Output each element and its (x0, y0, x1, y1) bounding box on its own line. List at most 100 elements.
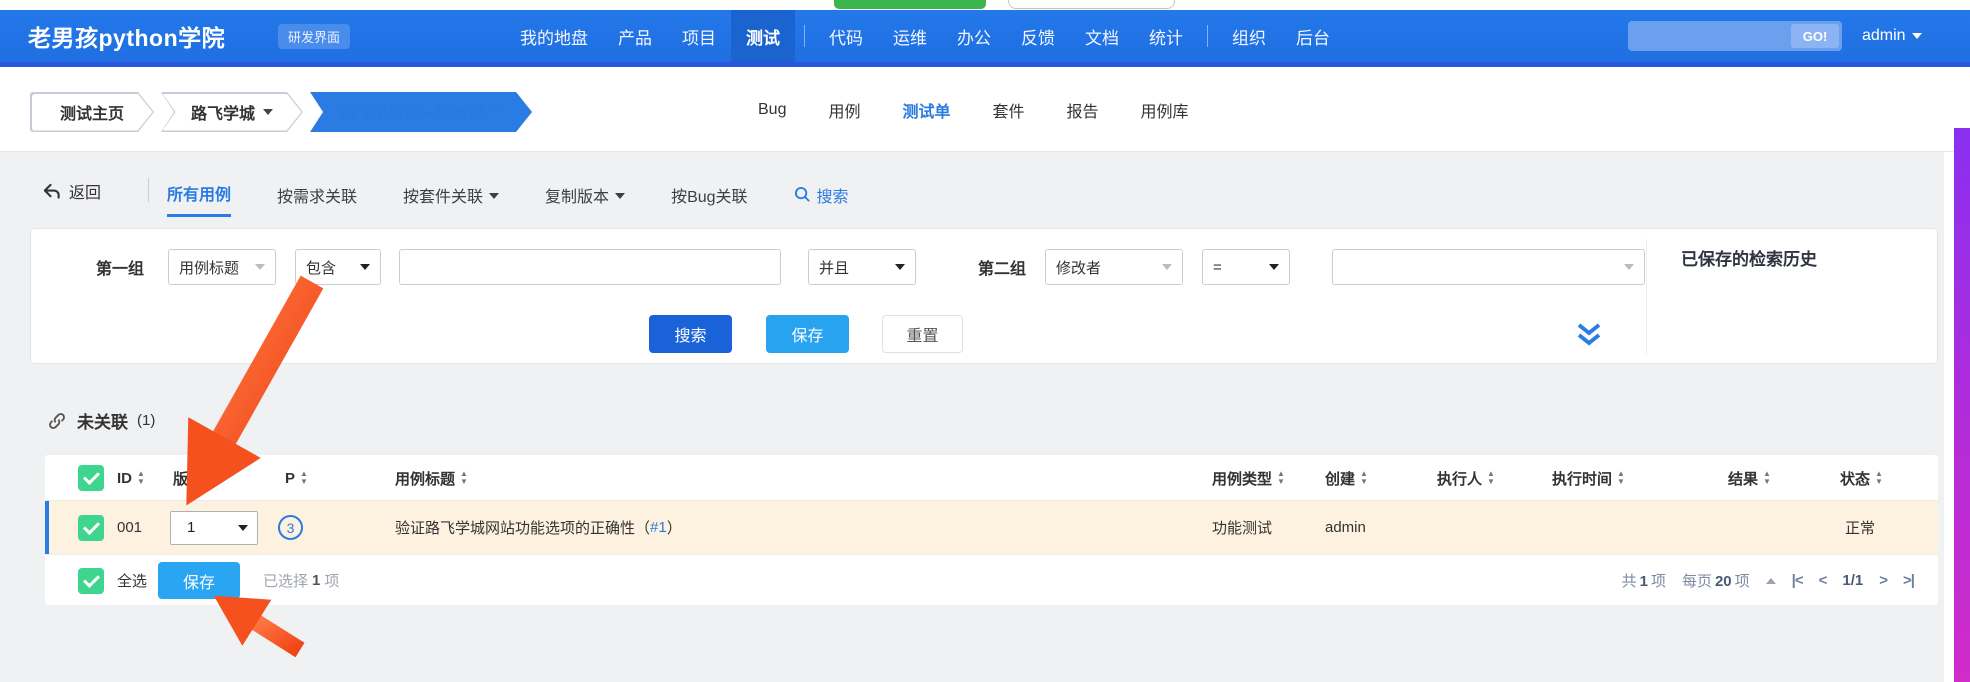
toolbar-link-by-story[interactable]: 按需求关联 (277, 181, 357, 217)
sort-icon[interactable] (137, 470, 145, 486)
header-creator[interactable]: 创建 (1325, 455, 1368, 501)
toolbar-link-by-suite[interactable]: 按套件关联 (403, 181, 499, 217)
tab-case[interactable]: 用例 (828, 98, 860, 122)
search-save-button[interactable]: 保存 (766, 315, 849, 353)
nav-item-doc[interactable]: 文档 (1070, 10, 1134, 62)
version-select[interactable]: 1 (170, 511, 258, 545)
search-panel: 第一组 用例标题 包含 并且 第二组 修改者 = 搜索 保存 重置 已保存的检索… (30, 228, 1938, 364)
row-checkbox[interactable] (78, 515, 104, 541)
chevron-down-icon (1912, 33, 1922, 39)
group2-label: 第二组 (978, 255, 1026, 279)
sort-icon[interactable] (1277, 470, 1285, 486)
case-link[interactable]: #1 (650, 519, 667, 536)
nav-item-ops[interactable]: 运维 (878, 10, 942, 62)
saved-search-history-title: 已保存的检索历史 (1681, 245, 1817, 270)
nav-item-admin-panel[interactable]: 后台 (1281, 10, 1345, 62)
sort-icon[interactable] (1360, 470, 1368, 486)
toolbar-copy-version[interactable]: 复制版本 (545, 181, 625, 217)
table-row[interactable]: 001 1 3 验证路飞学城网站功能选项的正确性（#1） 功能测试 admin … (45, 501, 1938, 554)
chevron-down-icon (615, 193, 625, 199)
field2-select[interactable]: 修改者 (1045, 249, 1183, 285)
joiner-select[interactable]: 并且 (808, 249, 916, 285)
operator1-select[interactable]: 包含 (295, 249, 381, 285)
nav-divider (1207, 25, 1208, 47)
sort-icon[interactable] (1617, 470, 1625, 486)
tab-suite[interactable]: 套件 (993, 98, 1025, 122)
nav-item-office[interactable]: 办公 (942, 10, 1006, 62)
case-title-suffix: ） (667, 517, 682, 538)
nav-item-code[interactable]: 代码 (814, 10, 878, 62)
global-search-input[interactable] (1636, 21, 1786, 51)
header-title[interactable]: 用例标题 (395, 455, 468, 501)
select-all-label[interactable]: 全选 (117, 555, 147, 606)
user-menu[interactable]: admin (1862, 10, 1922, 62)
breadcrumb-product[interactable]: 路飞学城 (161, 92, 303, 132)
next-page-icon[interactable]: > (1879, 572, 1887, 589)
toolbar-all-cases[interactable]: 所有用例 (167, 181, 231, 217)
pagination: 共1项 每页20项 |< < 1/1 > >| (1622, 555, 1914, 606)
case-table: ID 版本 P 用例标题 用例类型 创建 执行人 执行时间 结果 状态 001 … (45, 455, 1938, 605)
prev-page-icon[interactable]: < (1819, 572, 1827, 589)
first-page-icon[interactable]: |< (1792, 572, 1803, 589)
back-label: 返回 (69, 179, 101, 203)
breadcrumb-bar: 测试主页 路飞学城 路飞学城第一轮测试 Bug 用例 测试单 套件 报告 用例库 (0, 67, 1970, 152)
module-tabs: Bug 用例 测试单 套件 报告 用例库 (758, 67, 1189, 152)
crumb-label: 路飞学城 (191, 100, 255, 124)
per-page[interactable]: 每页20项 (1682, 570, 1750, 591)
global-search-box: GO! (1628, 21, 1842, 51)
search-reset-button[interactable]: 重置 (882, 315, 963, 353)
header-id[interactable]: ID (117, 455, 145, 501)
select-all-checkbox[interactable] (78, 465, 104, 491)
expand-more-icon[interactable] (1574, 321, 1604, 354)
nav-item-test[interactable]: 测试 (731, 10, 795, 62)
row-accent-bar (45, 501, 49, 554)
nav-item-product[interactable]: 产品 (603, 10, 667, 62)
header-priority[interactable]: P (285, 455, 308, 501)
sort-icon[interactable] (460, 470, 468, 486)
page-indicator: 1/1 (1842, 572, 1863, 589)
header-version[interactable]: 版本 (173, 455, 216, 501)
chevron-down-icon (255, 264, 265, 270)
value1-input[interactable] (399, 249, 781, 285)
per-page-caret-icon[interactable] (1766, 578, 1776, 584)
header-status[interactable]: 状态 (1840, 455, 1883, 501)
nav-item-project[interactable]: 项目 (667, 10, 731, 62)
table-header: ID 版本 P 用例标题 用例类型 创建 执行人 执行时间 结果 状态 (45, 455, 1938, 501)
nav-item-my[interactable]: 我的地盘 (505, 10, 603, 62)
header-result[interactable]: 结果 (1728, 455, 1771, 501)
toolbar-link-by-bug[interactable]: 按Bug关联 (671, 181, 747, 217)
toolbar-search[interactable]: 搜索 (794, 181, 849, 217)
footer-select-all-checkbox[interactable] (78, 568, 104, 594)
sort-icon[interactable] (208, 470, 216, 486)
value2-select[interactable] (1332, 249, 1645, 285)
row-version-cell: 1 (170, 501, 258, 554)
sort-icon[interactable] (1875, 470, 1883, 486)
sort-icon[interactable] (1487, 470, 1495, 486)
header-executor[interactable]: 执行人 (1437, 455, 1495, 501)
tab-testtask[interactable]: 测试单 (902, 98, 950, 122)
nav-item-org[interactable]: 组织 (1217, 10, 1281, 62)
chevron-down-icon (360, 264, 370, 270)
crumb-label: 路飞学城第一轮测试 (340, 100, 484, 124)
tab-caselib[interactable]: 用例库 (1141, 98, 1189, 122)
breadcrumb-testtask[interactable]: 路飞学城第一轮测试 (310, 92, 532, 132)
nav-item-feedback[interactable]: 反馈 (1006, 10, 1070, 62)
search-submit-button[interactable]: 搜索 (649, 315, 732, 353)
sort-icon[interactable] (1763, 470, 1771, 486)
go-button[interactable]: GO! (1791, 24, 1839, 48)
operator2-select[interactable]: = (1202, 249, 1290, 285)
nav-item-stats[interactable]: 统计 (1134, 10, 1198, 62)
breadcrumb-test-home[interactable]: 测试主页 (30, 92, 154, 132)
row-title: 验证路飞学城网站功能选项的正确性（#1） (395, 501, 682, 554)
chevron-down-icon (238, 525, 248, 531)
browser-field-fragment (1008, 0, 1175, 9)
tab-report[interactable]: 报告 (1067, 98, 1099, 122)
batch-save-button[interactable]: 保存 (158, 562, 240, 599)
header-type[interactable]: 用例类型 (1212, 455, 1285, 501)
back-button[interactable]: 返回 (42, 179, 101, 203)
tab-bug[interactable]: Bug (758, 101, 786, 119)
last-page-icon[interactable]: >| (1903, 572, 1914, 589)
sort-icon[interactable] (300, 470, 308, 486)
header-exec-time[interactable]: 执行时间 (1552, 455, 1625, 501)
field1-select[interactable]: 用例标题 (168, 249, 276, 285)
